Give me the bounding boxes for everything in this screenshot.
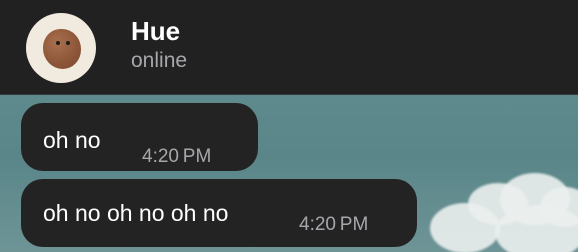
chat-header: Hue online: [0, 0, 578, 95]
wallpaper-cloud: [495, 205, 578, 252]
contact-name[interactable]: Hue: [131, 16, 180, 46]
message-bubble[interactable]: oh no oh no oh no 4:20 PM: [21, 179, 417, 247]
message-timestamp: 4:20 PM: [142, 146, 212, 167]
message-text: oh no oh no oh no: [43, 200, 229, 226]
contact-avatar[interactable]: [26, 13, 96, 83]
chat-area[interactable]: oh no 4:20 PM oh no oh no oh no 4:20 PM: [0, 95, 578, 252]
message-timestamp: 4:20 PM: [299, 214, 369, 235]
avatar-eye-left-icon: [56, 41, 60, 45]
message-bubble[interactable]: oh no 4:20 PM: [21, 103, 258, 171]
avatar-eye-right-icon: [66, 41, 70, 45]
wallpaper-cloud: [430, 203, 500, 252]
contact-status: online: [131, 49, 188, 72]
cookie-avatar-icon: [43, 29, 81, 69]
message-text: oh no: [43, 127, 101, 153]
